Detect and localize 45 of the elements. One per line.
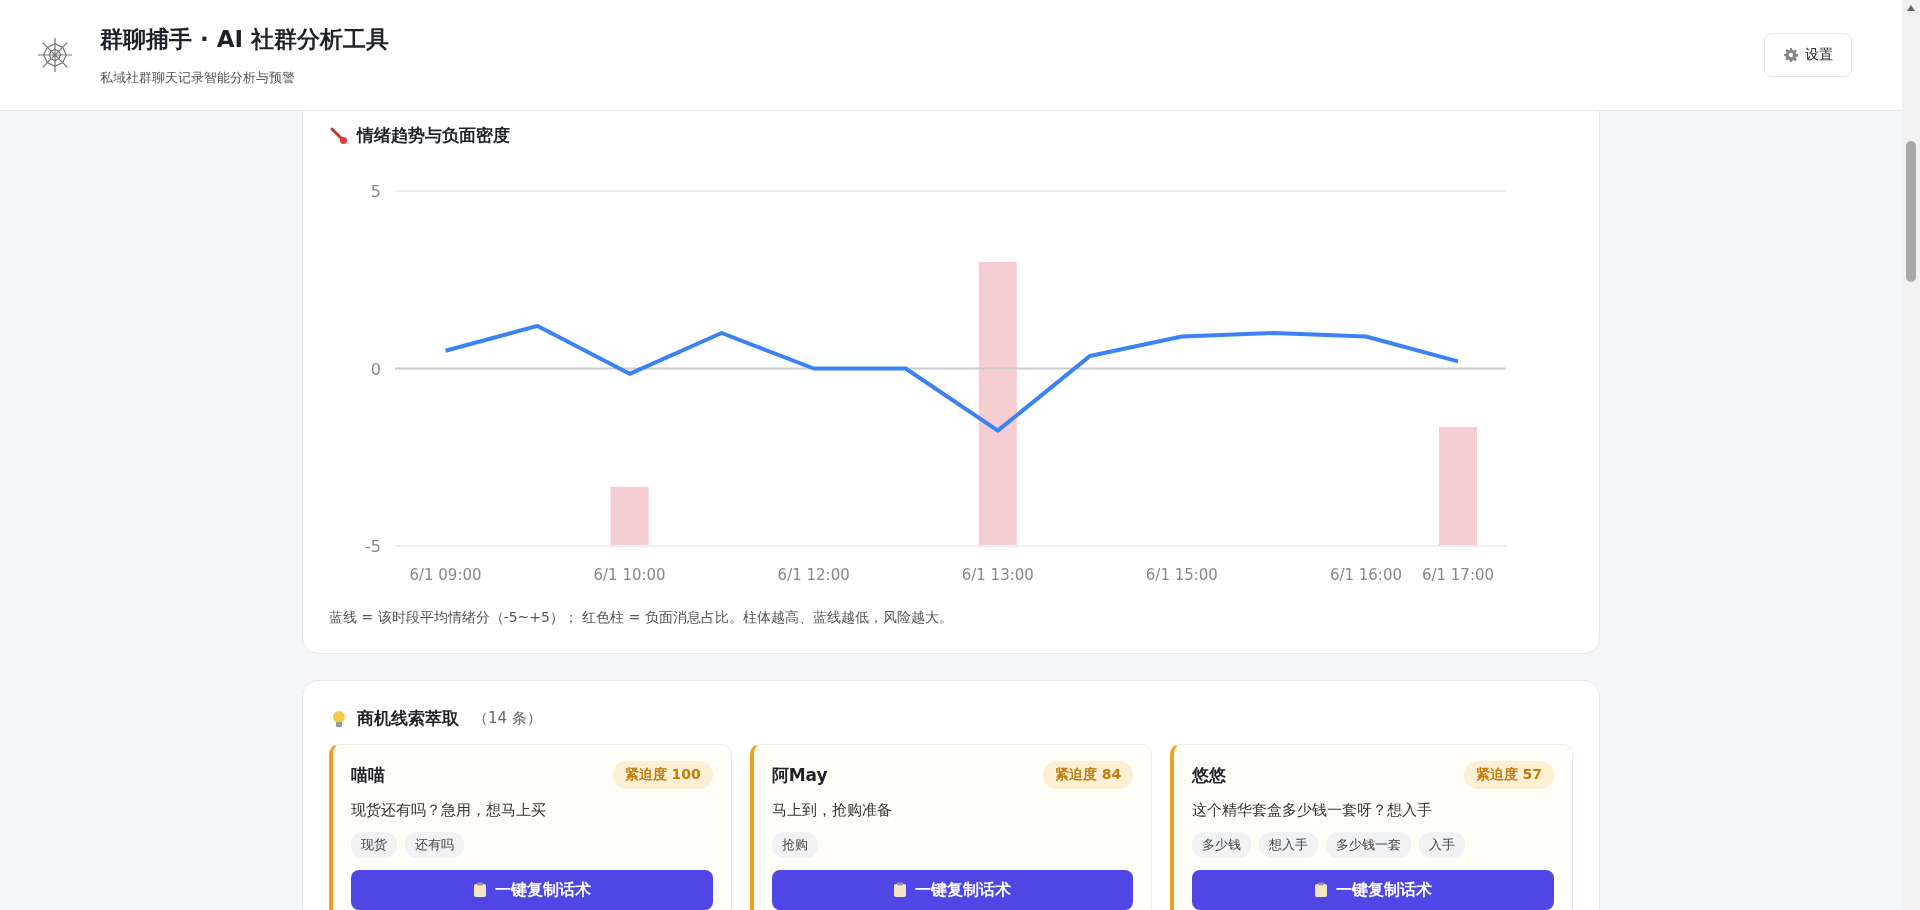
keyword-tag: 还有吗 (405, 832, 464, 858)
thermometer-icon (329, 125, 349, 146)
x-tick-label: 6/1 15:00 (1145, 566, 1218, 584)
lead-name: 阿May (771, 763, 828, 787)
copy-script-button[interactable]: 一键复制话术 (771, 870, 1134, 910)
panel-title: 情绪趋势与负面密度 (357, 124, 510, 147)
lead-message: 马上到，抢购准备 (771, 801, 893, 820)
y-tick-label: 5 (370, 182, 381, 201)
clipboard-icon (472, 882, 487, 898)
keyword-tag: 入手 (1419, 832, 1466, 858)
lead-count: （14 条） (473, 709, 542, 728)
copy-script-button[interactable]: 一键复制话术 (351, 870, 713, 910)
copy-script-button[interactable]: 一键复制话术 (1192, 870, 1554, 910)
y-tick-label: -5 (365, 537, 381, 556)
x-tick-label: 6/1 10:00 (593, 566, 666, 584)
keyword-tag: 现货 (351, 832, 397, 858)
scrollbar-thumb[interactable] (1906, 141, 1916, 282)
lead-name: 喵喵 (351, 763, 385, 787)
lead-message: 这个精华套盒多少钱一套呀？想入手 (1192, 801, 1434, 820)
app-subtitle: 私域社群聊天记录智能分析与预警 (100, 68, 296, 87)
x-tick-label: 6/1 12:00 (777, 566, 850, 584)
clipboard-icon (893, 882, 908, 898)
urgency-badge: 紧迫度 100 (612, 761, 713, 789)
panel-title: 商机线索萃取 (357, 707, 459, 730)
keyword-tag: 抢购 (771, 832, 818, 858)
lead-message: 现货还有吗？急用，想马上买 (351, 801, 547, 820)
scroll-up-arrow-icon[interactable] (1906, 4, 1916, 12)
app-title: 群聊捕手 · AI 社群分析工具 (100, 24, 391, 54)
settings-icon (1783, 47, 1799, 63)
x-tick-label: 6/1 16:00 (1329, 566, 1402, 584)
scrollbar[interactable] (1902, 0, 1920, 910)
clipboard-icon (1314, 882, 1329, 898)
x-tick-label: 6/1 13:00 (961, 566, 1034, 584)
keyword-tag: 多少钱 (1192, 832, 1252, 858)
x-tick-label: 6/1 17:00 (1421, 566, 1495, 584)
chart-caption: 蓝线 = 该时段平均情绪分（-5~+5）； 红色柱 = 负面消息占比。柱体越高、蓝线越低，风险越大。 (329, 609, 955, 627)
spiderweb-icon (36, 36, 74, 74)
x-tick-label: 6/1 09:00 (409, 566, 482, 584)
y-tick-label: 0 (370, 359, 381, 379)
keyword-tag: 多少钱一套 (1326, 832, 1412, 858)
keyword-tag: 想入手 (1259, 832, 1319, 858)
urgency-badge: 紧迫度 84 (1042, 761, 1134, 789)
lead-name: 悠悠 (1192, 763, 1227, 787)
urgency-badge: 紧迫度 57 (1463, 761, 1554, 789)
settings-button[interactable]: 设置 (1764, 33, 1852, 77)
